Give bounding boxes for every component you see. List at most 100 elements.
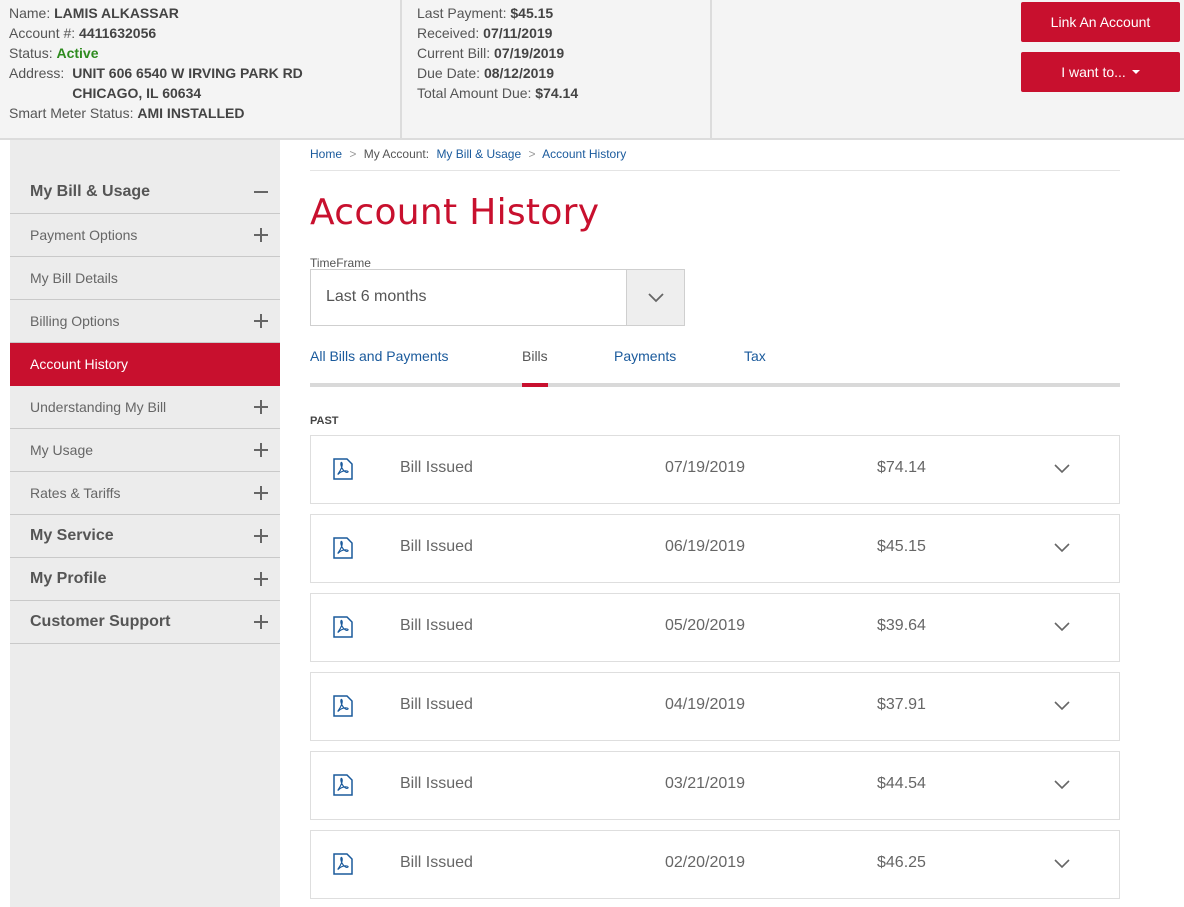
sidebar-item-customer-support[interactable]: Customer Support [10,601,280,644]
chevron-down-icon[interactable] [1054,464,1070,474]
plus-icon[interactable] [254,529,268,543]
bill-row[interactable]: Bill Issued 07/19/2019 $74.14 [310,435,1120,504]
meter-value: AMI INSTALLED [137,105,245,121]
chevron-down-icon[interactable] [1054,780,1070,790]
breadcrumb-separator: > [528,147,536,161]
name-value: LAMIS ALKASSAR [54,5,179,21]
received-line: Received: 07/11/2019 [417,23,710,43]
chevron-down-icon[interactable] [1054,622,1070,632]
account-label: Account #: [9,25,76,41]
address-line-1: UNIT 606 6540 W IRVING PARK RD [72,65,303,81]
tab-all-bills-payments[interactable]: All Bills and Payments [310,348,449,387]
sidebar-item-my-usage[interactable]: My Usage [10,429,280,472]
section-past-label: PAST [310,415,339,427]
breadcrumb-my-account: My Account: [363,147,430,161]
bill-description: Bill Issued [400,538,473,555]
tab-payments[interactable]: Payments [614,348,676,387]
sidebar-item-account-history[interactable]: Account History [10,343,280,386]
meter-label: Smart Meter Status: [9,105,134,121]
account-info: Name: LAMIS ALKASSAR Account #: 44116320… [0,0,402,138]
status-value: Active [56,45,99,61]
total-due-value: $74.14 [535,85,579,101]
plus-icon[interactable] [254,443,268,457]
tab-tax[interactable]: Tax [744,348,766,387]
timeframe-label: TimeFrame [310,256,371,270]
plus-icon[interactable] [254,615,268,629]
due-date-line: Due Date: 08/12/2019 [417,63,710,83]
sidebar-item-label: My Bill & Usage [30,183,151,200]
bill-list: Bill Issued 07/19/2019 $74.14 Bill Issue… [310,435,1120,907]
due-date-value: 08/12/2019 [483,65,555,81]
bill-description: Bill Issued [400,854,473,871]
sidebar-item-my-profile[interactable]: My Profile [10,558,280,601]
sidebar-item-my-service[interactable]: My Service [10,515,280,558]
sidebar-item-label: My Bill Details [30,270,118,286]
sidebar-item-payment-options[interactable]: Payment Options [10,214,280,257]
sidebar-item-label: Rates & Tariffs [30,485,121,501]
bill-row[interactable]: Bill Issued 04/19/2019 $37.91 [310,672,1120,741]
bill-amount: $39.64 [877,617,926,634]
bill-amount: $44.54 [877,775,926,792]
pdf-icon[interactable] [333,695,353,717]
sidebar-item-label: Understanding My Bill [30,399,167,415]
bill-amount: $37.91 [877,696,926,713]
address-value: UNIT 606 6540 W IRVING PARK RD CHICAGO, … [72,63,303,103]
pdf-icon[interactable] [333,774,353,796]
pdf-icon[interactable] [333,853,353,875]
sidebar-item-rates-tariffs[interactable]: Rates & Tariffs [10,472,280,515]
bill-description: Bill Issued [400,696,473,713]
sidebar-item-label: My Usage [30,442,94,458]
bill-date: 02/20/2019 [665,854,746,871]
total-due-label: Total Amount Due: [417,85,532,101]
account-header: Name: LAMIS ALKASSAR Account #: 44116320… [0,0,1184,140]
sidebar-item-label: My Profile [30,570,107,587]
meter-status-line: Smart Meter Status: AMI INSTALLED [9,103,400,123]
billing-summary: Last Payment: $45.15 Received: 07/11/201… [402,0,712,138]
sidebar-item-understanding-my-bill[interactable]: Understanding My Bill [10,386,280,429]
account-number-line: Account #: 4411632056 [9,23,400,43]
bill-description: Bill Issued [400,775,473,792]
pdf-icon[interactable] [333,537,353,559]
received-label: Received: [417,25,480,41]
address-label: Address: [9,65,65,81]
bill-row[interactable]: Bill Issued 03/21/2019 $44.54 [310,751,1120,820]
pdf-icon[interactable] [333,458,353,480]
breadcrumb-bill-usage[interactable]: My Bill & Usage [436,147,521,161]
plus-icon[interactable] [254,486,268,500]
breadcrumb-current[interactable]: Account History [542,147,626,161]
breadcrumb-home[interactable]: Home [310,147,342,161]
page-title: Account History [310,192,600,233]
bill-amount: $46.25 [877,854,926,871]
plus-icon[interactable] [254,400,268,414]
bill-row[interactable]: Bill Issued 05/20/2019 $39.64 [310,593,1120,662]
sidebar-item-billing-options[interactable]: Billing Options [10,300,280,343]
bill-date: 06/19/2019 [665,538,746,555]
pdf-icon[interactable] [333,616,353,638]
link-account-button[interactable]: Link An Account [1021,2,1180,42]
due-date-label: Due Date: [417,65,481,81]
plus-icon[interactable] [254,314,268,328]
bill-date: 07/19/2019 [665,459,746,476]
plus-icon[interactable] [254,572,268,586]
bill-row[interactable]: Bill Issued 02/20/2019 $46.25 [310,830,1120,899]
bill-amount: $45.15 [877,538,926,555]
sidebar-item-my-bill-usage[interactable]: My Bill & Usage [10,171,280,214]
address-line-2: CHICAGO, IL 60634 [72,85,202,101]
caret-down-icon [1131,70,1140,74]
sidebar-item-my-bill-details[interactable]: My Bill Details [10,257,280,300]
bill-amount: $74.14 [877,459,926,476]
plus-icon[interactable] [254,228,268,242]
timeframe-dropdown-button[interactable] [626,270,684,325]
name-line: Name: LAMIS ALKASSAR [9,3,400,23]
minus-icon[interactable] [254,185,268,199]
i-want-to-button[interactable]: I want to... [1021,52,1180,92]
timeframe-value: Last 6 months [326,288,427,305]
tab-bills[interactable]: Bills [522,348,548,387]
chevron-down-icon[interactable] [1054,701,1070,711]
sidebar-item-label: Billing Options [30,313,120,329]
timeframe-select[interactable]: Last 6 months [310,269,685,326]
breadcrumb-separator: > [349,147,357,161]
chevron-down-icon[interactable] [1054,859,1070,869]
chevron-down-icon[interactable] [1054,543,1070,553]
bill-row[interactable]: Bill Issued 06/19/2019 $45.15 [310,514,1120,583]
